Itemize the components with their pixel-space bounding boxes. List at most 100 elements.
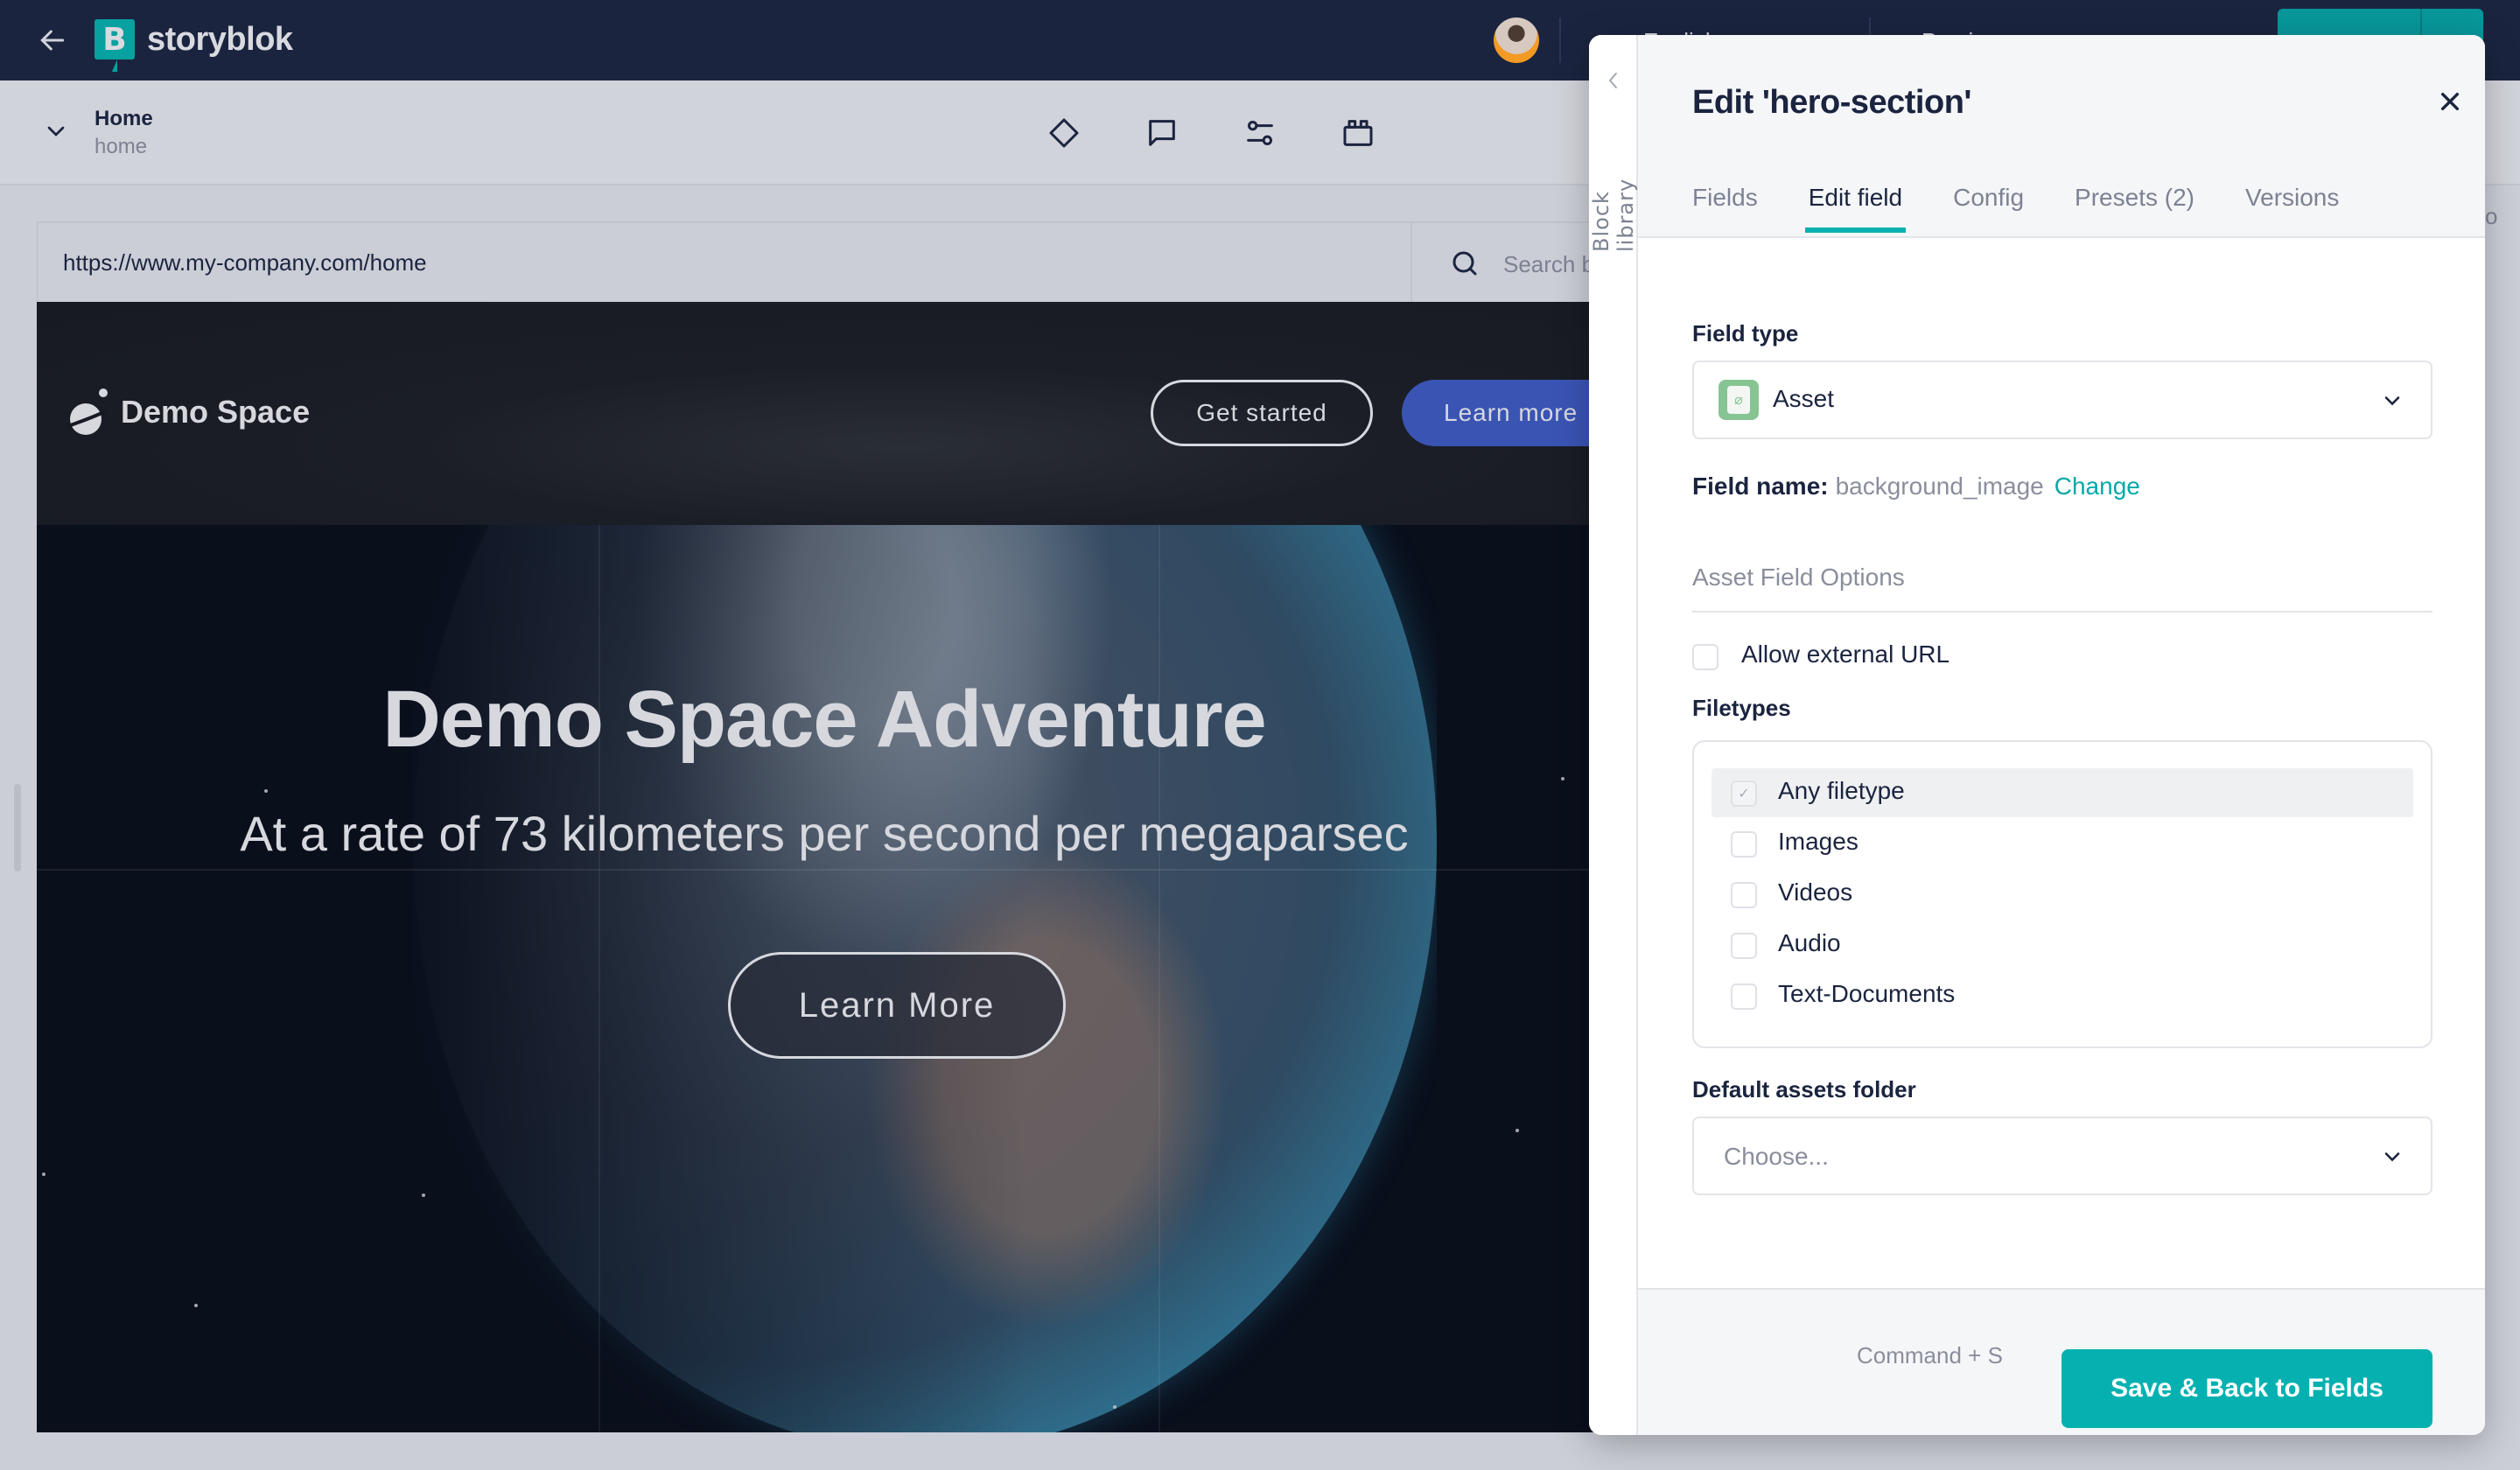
tab-versions[interactable]: Versions [2245, 184, 2339, 231]
user-avatar[interactable] [1494, 18, 1539, 63]
search-button[interactable] [1449, 248, 1480, 279]
guide-line [1158, 525, 1160, 1432]
divider [1410, 223, 1412, 304]
panel-title: Edit 'hero-section' [1692, 84, 1971, 121]
field-name-value: background_image [1835, 472, 2044, 500]
checkbox[interactable] [1731, 984, 1757, 1010]
allow-external-url-checkbox[interactable] [1692, 644, 1718, 670]
star [42, 1172, 46, 1176]
filetype-label: Videos [1778, 878, 1853, 906]
tab-fields[interactable]: Fields [1692, 184, 1758, 231]
tab-config[interactable]: Config [1953, 184, 2024, 231]
learn-more-nav-button[interactable]: Learn more [1402, 380, 1612, 446]
blocks-button[interactable] [1340, 116, 1376, 150]
logo-mark: B [94, 19, 135, 60]
field-name-label: Field name: [1692, 472, 1829, 500]
close-panel-button[interactable] [2432, 84, 2468, 119]
chevron-down-icon [2384, 396, 2400, 406]
block-library-label[interactable]: Block library [1589, 112, 1638, 252]
chevron-down-icon [2384, 1152, 2400, 1162]
checkbox[interactable] [1731, 882, 1757, 908]
edit-block-panel: Block library Edit 'hero-section' Fields… [1589, 35, 2485, 1435]
right-sidebar-text-fragment: o [2485, 203, 2498, 229]
story-menu-toggle[interactable] [42, 117, 70, 145]
field-type-label: Field type [1692, 320, 1799, 346]
tab-presets[interactable]: Presets (2) [2075, 184, 2194, 231]
field-name-row: Field name: background_image Change [1692, 472, 2140, 500]
divider [1692, 611, 2432, 612]
diamond-icon [1049, 118, 1079, 148]
back-button[interactable] [35, 23, 70, 58]
get-started-button[interactable]: Get started [1151, 380, 1373, 446]
chevron-left-icon [1608, 73, 1617, 88]
close-icon [2441, 93, 2459, 111]
blocks-icon [1343, 120, 1373, 146]
default-folder-label: Default assets folder [1692, 1076, 1916, 1102]
field-type-select[interactable]: ⌀ Asset [1692, 360, 2432, 439]
planet-icon [67, 388, 108, 435]
change-field-name-link[interactable]: Change [2054, 472, 2140, 500]
checkbox-checked[interactable]: ✓ [1731, 780, 1757, 807]
star [1516, 1129, 1519, 1132]
star [422, 1194, 425, 1197]
preview-url-bar: https://www.my-company.com/home Search b [37, 221, 1612, 304]
filetype-option-text-documents[interactable]: Text-Documents [1712, 971, 2413, 1020]
search-icon [1452, 251, 1477, 276]
asset-icon: ⌀ [1718, 380, 1759, 420]
logo-text: storyblok [147, 20, 293, 58]
filetype-option-images[interactable]: Images [1712, 819, 2413, 868]
filetype-label: Images [1778, 828, 1858, 855]
star [264, 789, 268, 793]
story-name: Home [94, 107, 153, 130]
panel-body: Field type ⌀ Asset Field name: background… [1638, 238, 2485, 1288]
storyblok-logo[interactable]: B storyblok [94, 19, 293, 60]
section-title: Asset Field Options [1692, 564, 1905, 591]
filetype-option-any[interactable]: ✓ Any filetype [1712, 768, 2413, 817]
comments-button[interactable] [1144, 116, 1180, 150]
star [1113, 1405, 1116, 1409]
divider [1559, 18, 1561, 63]
preview-frame: Demo Space Get started Learn more Demo S… [37, 302, 1612, 1432]
hero-subtitle: At a rate of 73 kilometers per second pe… [240, 806, 1409, 861]
star [194, 1304, 198, 1307]
arrow-left-icon [40, 30, 65, 51]
comment-icon [1149, 120, 1175, 146]
panel-header: Edit 'hero-section' Fields Edit field Co… [1638, 35, 2485, 238]
panel-tabs: Fields Edit field Config Presets (2) Ver… [1692, 184, 2339, 233]
story-slug: home [94, 135, 148, 158]
settings-button[interactable] [1242, 116, 1278, 150]
site-logo[interactable]: Demo Space [65, 386, 310, 438]
guide-line [598, 525, 600, 1432]
chevron-down-icon [47, 126, 65, 136]
block-search-input[interactable]: Search b [1503, 251, 1594, 278]
guide-line [37, 869, 1612, 871]
star [1561, 777, 1564, 780]
expand-block-library-button[interactable] [1603, 66, 1624, 94]
default-folder-placeholder: Choose... [1724, 1143, 1829, 1170]
sliders-icon [1247, 121, 1273, 145]
hero-section[interactable]: Demo Space Adventure At a rate of 73 kil… [37, 525, 1612, 1432]
content-type-button[interactable] [1046, 116, 1082, 150]
hero-learn-more-button[interactable]: Learn More [728, 952, 1066, 1059]
filetype-label: Any filetype [1778, 777, 1905, 804]
default-folder-select[interactable]: Choose... [1692, 1116, 2432, 1195]
keyboard-shortcut-hint: Command + S [1857, 1342, 2003, 1368]
filetype-label: Text-Documents [1778, 980, 1956, 1007]
site-logo-text: Demo Space [121, 394, 311, 430]
hero-title: Demo Space Adventure [382, 675, 1266, 764]
site-header: Demo Space Get started Learn more [37, 302, 1612, 525]
filetypes-label: Filetypes [1692, 695, 1791, 721]
block-library-rail[interactable]: Block library [1589, 35, 1638, 1435]
filetype-option-videos[interactable]: Videos [1712, 870, 2413, 919]
save-back-to-fields-button[interactable]: Save & Back to Fields [2062, 1349, 2432, 1428]
resize-handle[interactable] [14, 784, 21, 872]
filetype-label: Audio [1778, 929, 1841, 956]
panel-footer: Command + S Save & Back to Fields [1638, 1288, 2485, 1435]
tab-edit-field[interactable]: Edit field [1804, 184, 1907, 233]
field-type-value: Asset [1773, 385, 1835, 412]
allow-external-url-label[interactable]: Allow external URL [1741, 640, 1950, 668]
filetype-option-audio[interactable]: Audio [1712, 920, 2413, 970]
preview-url[interactable]: https://www.my-company.com/home [63, 249, 427, 276]
checkbox[interactable] [1731, 933, 1757, 959]
checkbox[interactable] [1731, 831, 1757, 858]
